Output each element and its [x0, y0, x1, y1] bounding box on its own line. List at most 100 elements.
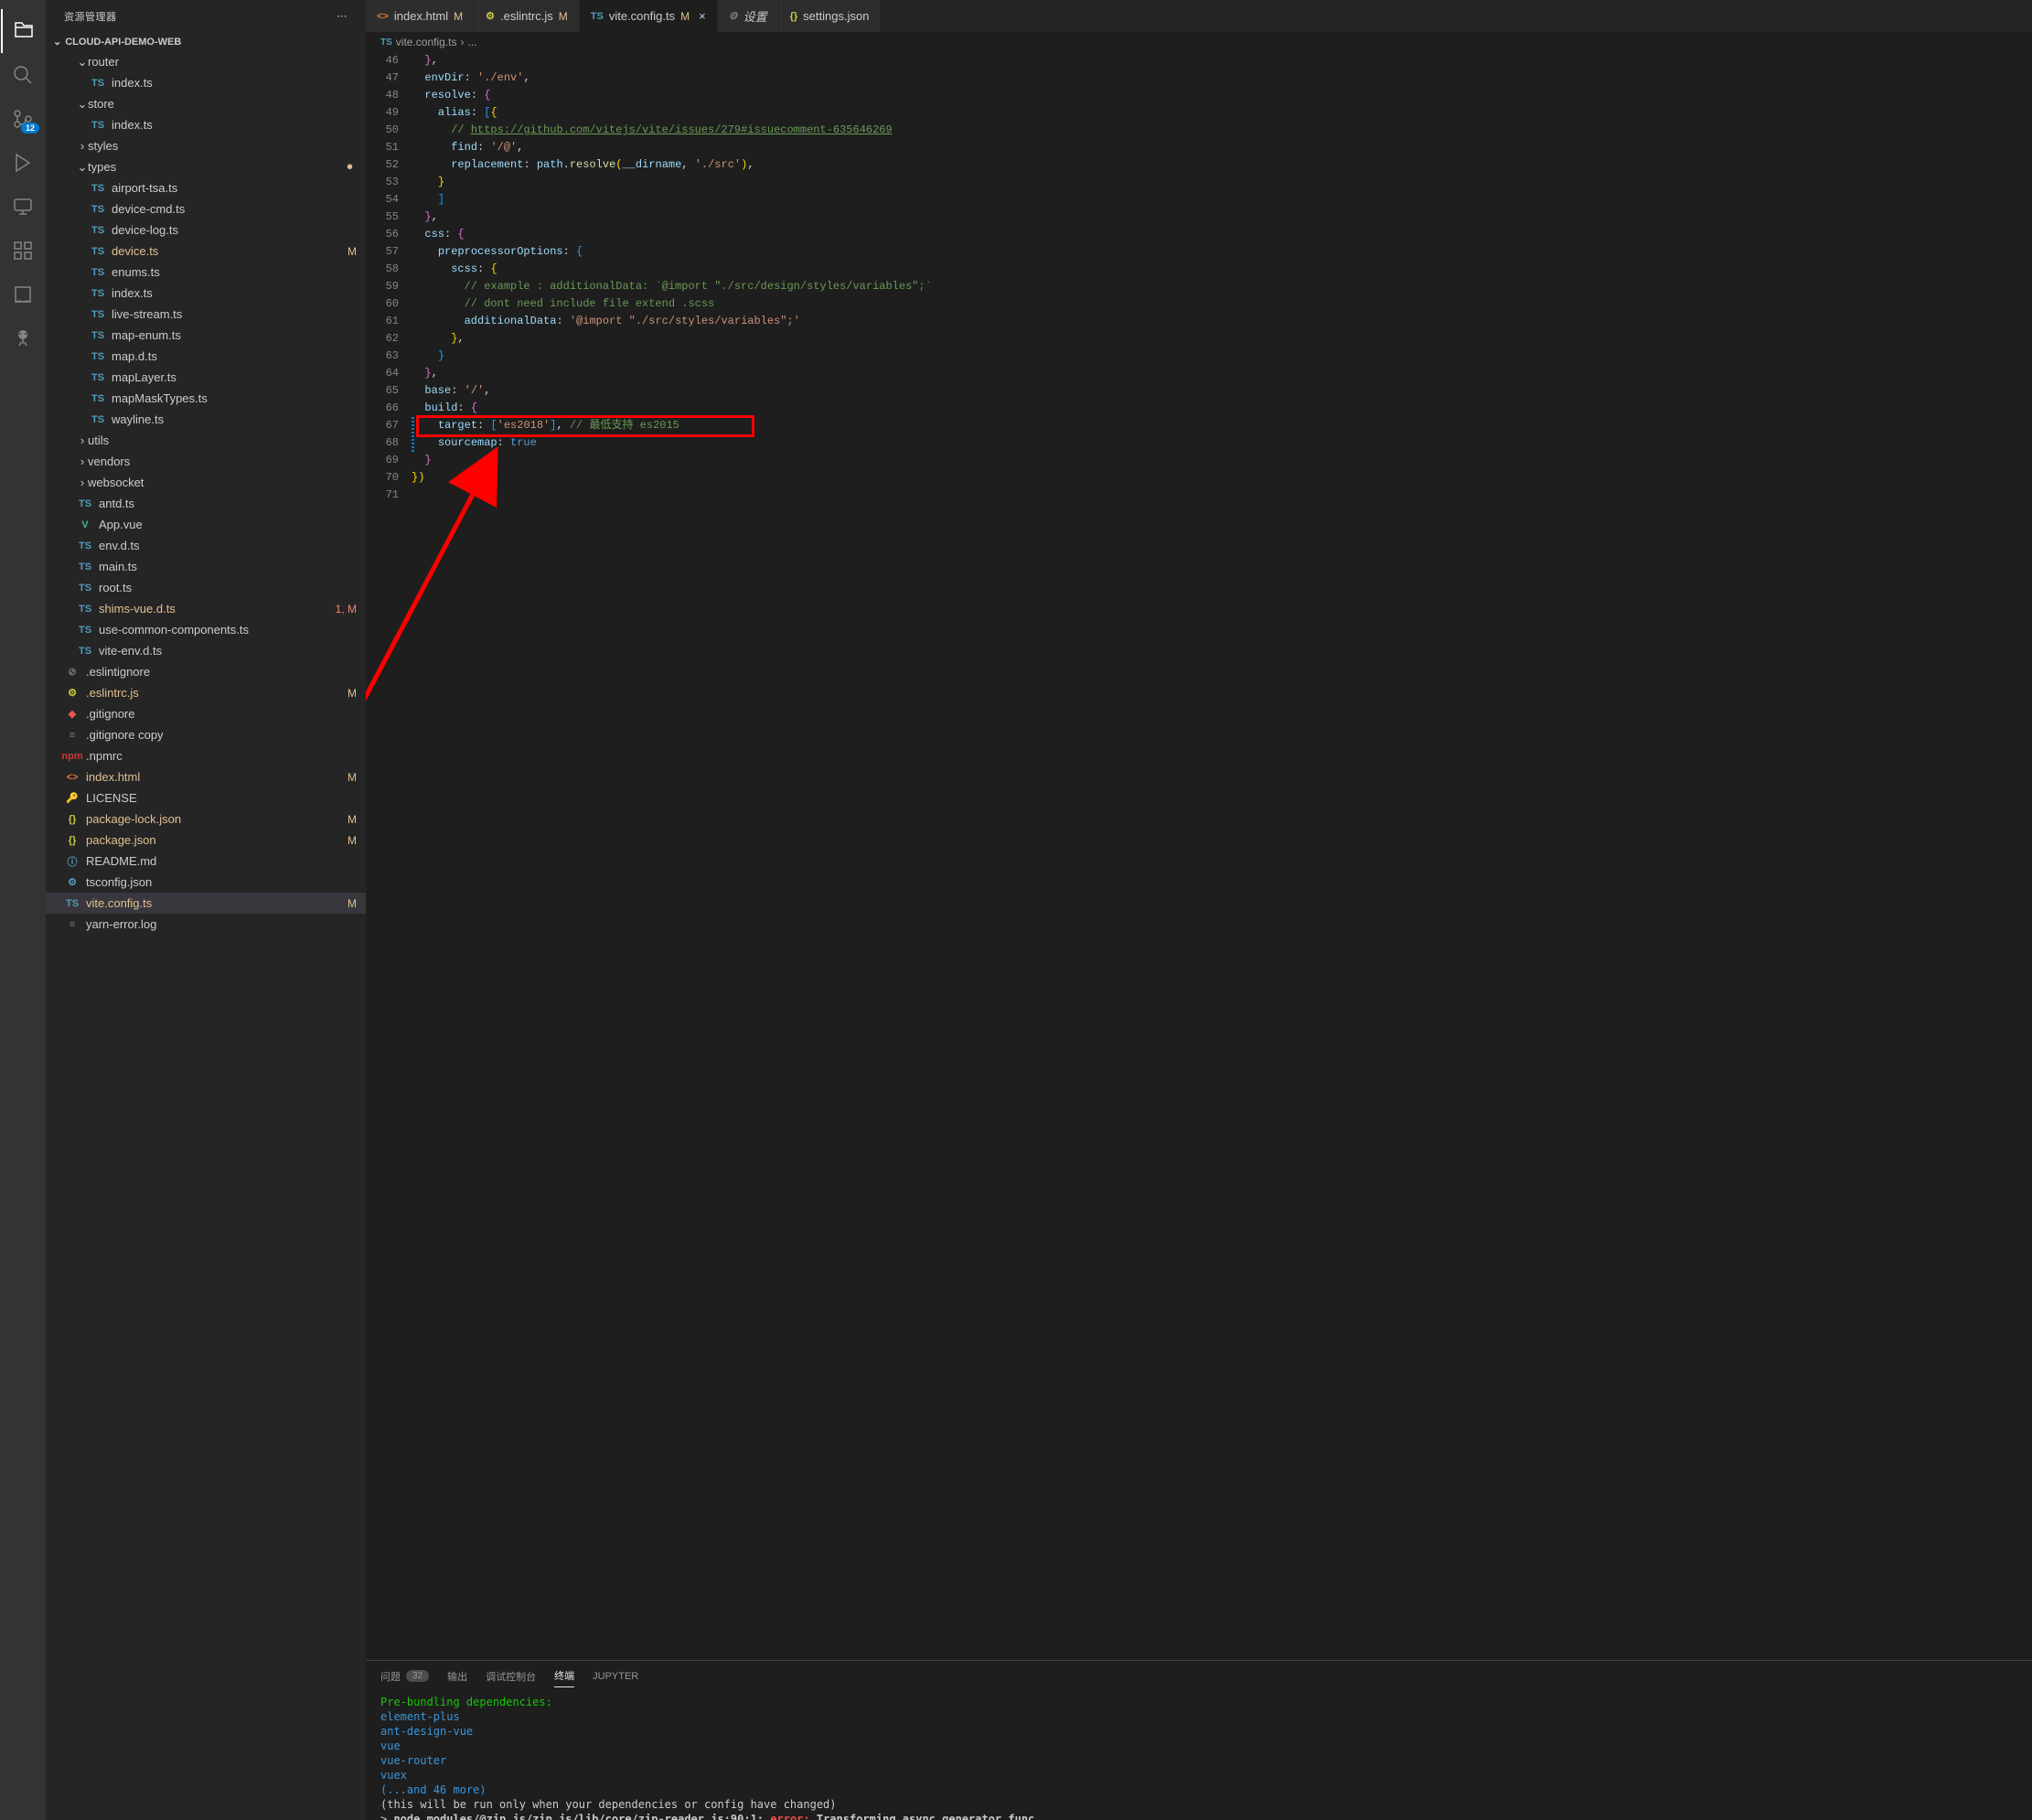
file-item[interactable]: ⓘREADME.md: [46, 851, 366, 872]
code-line[interactable]: }: [412, 348, 2032, 365]
close-icon[interactable]: ×: [699, 9, 706, 23]
code-line[interactable]: [412, 487, 2032, 504]
code-line[interactable]: ]: [412, 191, 2032, 209]
panel-tab[interactable]: 问题32: [380, 1665, 429, 1687]
file-item[interactable]: TSdevice-cmd.ts: [46, 198, 366, 219]
folder-item[interactable]: ⌄store: [46, 93, 366, 114]
code-line[interactable]: replacement: path.resolve(__dirname, './…: [412, 156, 2032, 174]
code-line[interactable]: },: [412, 330, 2032, 348]
folder-item[interactable]: ›styles: [46, 135, 366, 156]
file-item[interactable]: TSdevice.tsM: [46, 241, 366, 262]
line-number: 71: [366, 487, 399, 504]
file-item[interactable]: TSenums.ts: [46, 262, 366, 283]
file-item[interactable]: TSroot.ts: [46, 577, 366, 598]
code-line[interactable]: scss: {: [412, 261, 2032, 278]
editor-tab[interactable]: TSvite.config.tsM×: [580, 0, 718, 32]
code-line[interactable]: base: '/',: [412, 382, 2032, 400]
file-item[interactable]: TSantd.ts: [46, 493, 366, 514]
editor-tab[interactable]: ⚙.eslintrc.jsM: [475, 0, 580, 32]
file-item[interactable]: TSindex.ts: [46, 114, 366, 135]
folder-item[interactable]: ⌄types•: [46, 156, 366, 177]
file-item[interactable]: ⚙.eslintrc.jsM: [46, 682, 366, 703]
panel-tab[interactable]: JUPYTER: [593, 1667, 638, 1686]
terminal-content[interactable]: Pre-bundling dependencies: element-plus …: [366, 1691, 2032, 1820]
file-item[interactable]: ⊘.eslintignore: [46, 661, 366, 682]
file-item[interactable]: TSvite-env.d.ts: [46, 640, 366, 661]
code-line[interactable]: },: [412, 365, 2032, 382]
code-line[interactable]: }): [412, 469, 2032, 487]
explorer-icon[interactable]: [1, 9, 45, 53]
file-item[interactable]: ≡.gitignore copy: [46, 724, 366, 745]
panel-tab[interactable]: 输出: [447, 1665, 467, 1687]
editor-tab[interactable]: <>index.htmlM: [366, 0, 475, 32]
editor-tab[interactable]: {}settings.json: [779, 0, 882, 32]
code-line[interactable]: // dont need include file extend .scss: [412, 295, 2032, 313]
file-item[interactable]: ◆.gitignore: [46, 703, 366, 724]
file-item[interactable]: TSmap-enum.ts: [46, 325, 366, 346]
code-line[interactable]: },: [412, 209, 2032, 226]
file-item[interactable]: 🔑LICENSE: [46, 787, 366, 808]
file-item[interactable]: TSmap.d.ts: [46, 346, 366, 367]
file-item[interactable]: TSshims-vue.d.ts1, M: [46, 598, 366, 619]
file-item[interactable]: TSmapMaskTypes.ts: [46, 388, 366, 409]
code-line[interactable]: css: {: [412, 226, 2032, 243]
file-item[interactable]: VApp.vue: [46, 514, 366, 535]
file-label: main.ts: [99, 560, 357, 573]
file-item[interactable]: TSairport-tsa.ts: [46, 177, 366, 198]
file-label: shims-vue.d.ts: [99, 602, 330, 616]
folder-item[interactable]: ›vendors: [46, 451, 366, 472]
file-item[interactable]: {}package-lock.jsonM: [46, 808, 366, 830]
code-line[interactable]: // https://github.com/vitejs/vite/issues…: [412, 122, 2032, 139]
code-content[interactable]: }, envDir: './env', resolve: { alias: [{…: [412, 52, 2032, 1660]
file-item[interactable]: ≡yarn-error.log: [46, 914, 366, 935]
code-line[interactable]: target: ['es2018'], // 最低支持 es2015: [412, 417, 2032, 434]
file-item[interactable]: TSindex.ts: [46, 283, 366, 304]
book-icon[interactable]: [1, 273, 45, 316]
chevron-icon: ⌄: [77, 97, 88, 112]
code-editor[interactable]: 4647484950515253545556575859606162636465…: [366, 52, 2032, 1660]
file-item[interactable]: TSlive-stream.ts: [46, 304, 366, 325]
code-line[interactable]: envDir: './env',: [412, 70, 2032, 87]
file-item[interactable]: npm.npmrc: [46, 745, 366, 766]
code-line[interactable]: // example : additionalData: `@import ".…: [412, 278, 2032, 295]
search-icon[interactable]: [1, 53, 45, 97]
file-item[interactable]: TSwayline.ts: [46, 409, 366, 430]
file-item[interactable]: TSvite.config.tsM: [46, 893, 366, 914]
code-line[interactable]: resolve: {: [412, 87, 2032, 104]
code-line[interactable]: preprocessorOptions: {: [412, 243, 2032, 261]
editor-area: <>index.htmlM⚙.eslintrc.jsMTSvite.config…: [366, 0, 2032, 1820]
folder-item[interactable]: ⌄router: [46, 51, 366, 72]
file-item[interactable]: TSmain.ts: [46, 556, 366, 577]
code-line[interactable]: find: '/@',: [412, 139, 2032, 156]
sidebar-more-icon[interactable]: ⋯: [337, 10, 348, 22]
run-debug-icon[interactable]: [1, 141, 45, 185]
folder-item[interactable]: ›utils: [46, 430, 366, 451]
file-item[interactable]: <>index.htmlM: [46, 766, 366, 787]
remote-icon[interactable]: [1, 185, 45, 229]
code-line[interactable]: }: [412, 174, 2032, 191]
panel-tab[interactable]: 终端: [554, 1665, 574, 1687]
breadcrumb[interactable]: TS vite.config.ts › ...: [366, 32, 2032, 52]
panel-tab[interactable]: 调试控制台: [486, 1665, 536, 1687]
folder-item[interactable]: ›websocket: [46, 472, 366, 493]
editor-tab[interactable]: ⚙设置: [718, 0, 779, 32]
code-line[interactable]: sourcemap: true: [412, 434, 2032, 452]
file-item[interactable]: TSindex.ts: [46, 72, 366, 93]
file-item[interactable]: TSenv.d.ts: [46, 535, 366, 556]
file-item[interactable]: TSdevice-log.ts: [46, 219, 366, 241]
code-line[interactable]: additionalData: '@import "./src/styles/v…: [412, 313, 2032, 330]
code-line[interactable]: build: {: [412, 400, 2032, 417]
code-line[interactable]: }: [412, 452, 2032, 469]
file-item[interactable]: ⚙tsconfig.json: [46, 872, 366, 893]
source-control-icon[interactable]: 12: [1, 97, 45, 141]
code-line[interactable]: alias: [{: [412, 104, 2032, 122]
project-header[interactable]: ⌄ CLOUD-API-DEMO-WEB: [46, 32, 366, 51]
file-item[interactable]: TSmapLayer.ts: [46, 367, 366, 388]
file-item[interactable]: TSuse-common-components.ts: [46, 619, 366, 640]
alien-icon[interactable]: [1, 316, 45, 360]
extensions-icon[interactable]: [1, 229, 45, 273]
code-line[interactable]: },: [412, 52, 2032, 70]
file-item[interactable]: {}package.jsonM: [46, 830, 366, 851]
file-tree[interactable]: ⌄routerTSindex.ts⌄storeTSindex.ts›styles…: [46, 51, 366, 1820]
line-number: 67: [366, 417, 399, 434]
